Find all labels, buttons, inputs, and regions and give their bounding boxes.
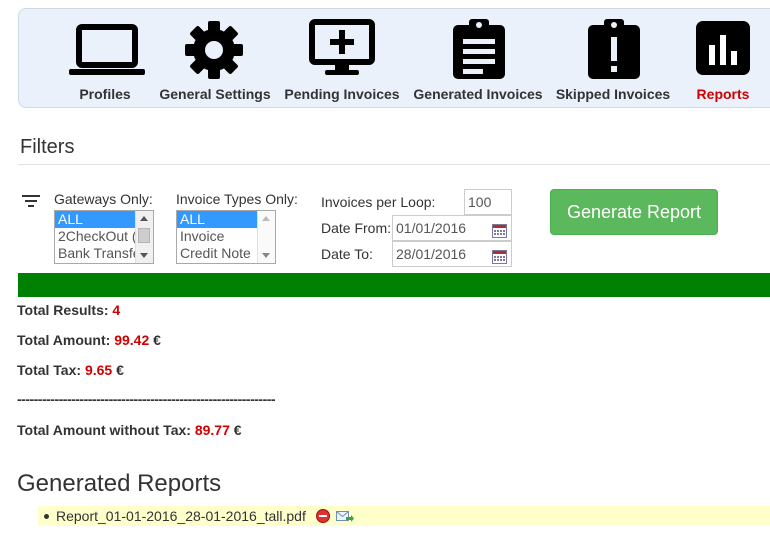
monitor-plus-icon [309,19,375,77]
nav-item-generated-invoices[interactable] [451,19,507,79]
date-to-input[interactable]: 28/01/2016 [392,241,512,267]
nav-item-profiles[interactable] [69,19,145,77]
generate-report-button[interactable]: Generate Report [550,189,718,235]
generated-reports-title: Generated Reports [17,470,222,497]
per-loop-input[interactable]: 100 [464,189,512,215]
total-amount: Total Amount: 99.42 € [17,332,161,348]
total-results-label: Total Results: [17,302,109,318]
laptop-icon [69,19,145,77]
date-from-value: 01/01/2016 [396,220,467,236]
currency-symbol: € [233,422,242,438]
delete-icon[interactable] [316,509,330,528]
total-amount-label: Total Amount: [17,332,111,348]
progress-bar [18,273,770,297]
nav-item-pending-invoices[interactable] [309,19,375,77]
summary-separator: ----------------------------------------… [17,391,276,407]
nav-item-reports[interactable] [695,19,751,75]
date-from-input[interactable]: 01/01/2016 [392,215,512,241]
clipboard-exclamation-icon [586,19,642,79]
total-without-tax: Total Amount without Tax: 89.77 € [17,422,242,438]
nav-label-reports[interactable]: Reports [697,86,750,102]
date-from-label: Date From: [321,220,392,236]
gateways-label: Gateways Only: [54,191,153,207]
bullet-icon [44,514,49,519]
total-tax-label: Total Tax: [17,362,82,378]
filter-icon [22,194,40,212]
email-send-icon[interactable] [336,508,354,529]
invoice-types-scrollbar[interactable] [257,211,275,263]
report-file-link[interactable]: Report_01-01-2016_28-01-2016_tall.pdf [56,508,306,524]
total-results-value: 4 [112,302,121,318]
nav-label-general-settings[interactable]: General Settings [159,86,270,102]
scroll-up-arrow-icon[interactable] [140,216,148,221]
gear-icon [183,19,245,81]
scroll-down-arrow-icon[interactable] [262,253,270,258]
invoice-types-select[interactable]: ALL Invoice Credit Note [176,210,276,264]
filters-divider [18,164,770,165]
total-without-tax-label: Total Amount without Tax: [17,422,191,438]
per-loop-label: Invoices per Loop: [321,194,436,210]
bar-chart-icon [695,19,751,75]
total-tax: Total Tax: 9.65 € [17,362,124,378]
scroll-down-arrow-icon[interactable] [140,253,148,258]
invoice-types-label: Invoice Types Only: [176,191,298,207]
scroll-thumb[interactable] [138,228,150,243]
nav-label-skipped-invoices[interactable]: Skipped Invoices [556,86,670,102]
list-item: Report_01-01-2016_28-01-2016_tall.pdf [38,506,770,526]
date-to-label: Date To: [321,246,373,262]
currency-symbol: € [153,332,161,348]
total-results: Total Results: 4 [17,302,120,318]
progress-bar-fill [18,273,770,297]
filters-title: Filters [20,136,75,158]
nav-label-profiles[interactable]: Profiles [79,86,130,102]
total-tax-value: 9.65 [84,362,113,378]
clipboard-list-icon [451,19,507,79]
nav-label-pending-invoices[interactable]: Pending Invoices [284,86,399,102]
date-to-value: 28/01/2016 [396,246,467,262]
gateways-select[interactable]: ALL 2CheckOut ( Bank Transfe [54,210,154,264]
nav-label-generated-invoices[interactable]: Generated Invoices [413,86,542,102]
gateways-scrollbar[interactable] [135,211,153,263]
calendar-icon[interactable] [492,247,507,271]
currency-symbol: € [116,362,124,378]
nav-item-general-settings[interactable] [183,19,245,81]
top-nav: Profiles General Settings Pending Invoic… [18,8,770,108]
total-without-tax-value: 89.77 [194,422,230,438]
nav-item-skipped-invoices[interactable] [586,19,642,79]
scroll-up-arrow-icon[interactable] [262,216,270,221]
total-amount-value: 99.42 [114,332,150,348]
